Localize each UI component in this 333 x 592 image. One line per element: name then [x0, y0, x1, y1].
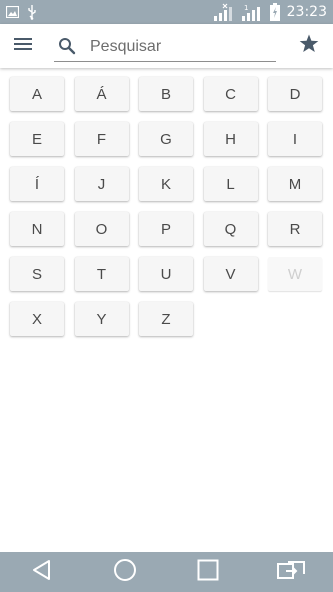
letter-button-k[interactable]: K: [139, 167, 193, 201]
usb-icon: [27, 4, 37, 20]
search-bar: [54, 31, 276, 62]
letter-button-y[interactable]: Y: [74, 302, 129, 336]
recents-button[interactable]: [183, 552, 233, 592]
search-input[interactable]: [80, 37, 270, 56]
letter-button-j[interactable]: J: [74, 167, 129, 201]
navigation-bar: [0, 552, 333, 592]
signal-icon: [213, 3, 237, 21]
status-bar: 1 23:23: [0, 0, 333, 24]
letter-button-e[interactable]: E: [10, 122, 64, 156]
switch-sim-icon: [277, 560, 306, 585]
letter-button-l[interactable]: L: [203, 167, 258, 201]
letter-button-i-acute[interactable]: Í: [10, 167, 64, 201]
letter-button-s[interactable]: S: [10, 257, 64, 291]
letter-button-d[interactable]: D: [268, 77, 322, 111]
menu-icon: [14, 37, 32, 56]
letter-button-g[interactable]: G: [139, 122, 193, 156]
star-icon: [299, 34, 319, 58]
switch-sim-button[interactable]: [266, 552, 316, 592]
letter-button-h[interactable]: H: [203, 122, 258, 156]
image-icon: [6, 6, 19, 18]
favorites-button[interactable]: [289, 24, 329, 68]
toolbar: [0, 24, 333, 68]
letter-button-x[interactable]: X: [10, 302, 64, 336]
back-button[interactable]: [17, 552, 67, 592]
battery-icon: [269, 3, 281, 21]
recents-icon: [197, 559, 219, 586]
back-icon: [31, 559, 53, 586]
letter-button-t[interactable]: T: [74, 257, 129, 291]
status-time: 23:23: [286, 4, 327, 20]
letter-grid: A Á B C D E F G H I Í J K L M N O P Q R …: [10, 77, 322, 336]
letter-button-z[interactable]: Z: [139, 302, 193, 336]
letter-button-r[interactable]: R: [268, 212, 322, 246]
letter-button-p[interactable]: P: [139, 212, 193, 246]
letter-button-n[interactable]: N: [10, 212, 64, 246]
letter-button-i[interactable]: I: [268, 122, 322, 156]
letter-button-v[interactable]: V: [203, 257, 258, 291]
letter-button-w[interactable]: W: [268, 257, 322, 291]
letter-button-f[interactable]: F: [74, 122, 129, 156]
letter-button-a-acute[interactable]: Á: [74, 77, 129, 111]
letter-button-u[interactable]: U: [139, 257, 193, 291]
letter-button-c[interactable]: C: [203, 77, 258, 111]
letter-button-o[interactable]: O: [74, 212, 129, 246]
letter-button-b[interactable]: B: [139, 77, 193, 111]
home-button[interactable]: [100, 552, 150, 592]
letter-button-m[interactable]: M: [268, 167, 322, 201]
signal-icon: 1: [241, 3, 265, 21]
menu-button[interactable]: [0, 24, 46, 68]
search-icon: [54, 37, 80, 55]
letter-button-a[interactable]: A: [10, 77, 64, 111]
svg-text:1: 1: [244, 4, 248, 12]
letter-button-q[interactable]: Q: [203, 212, 258, 246]
home-icon: [113, 558, 137, 587]
